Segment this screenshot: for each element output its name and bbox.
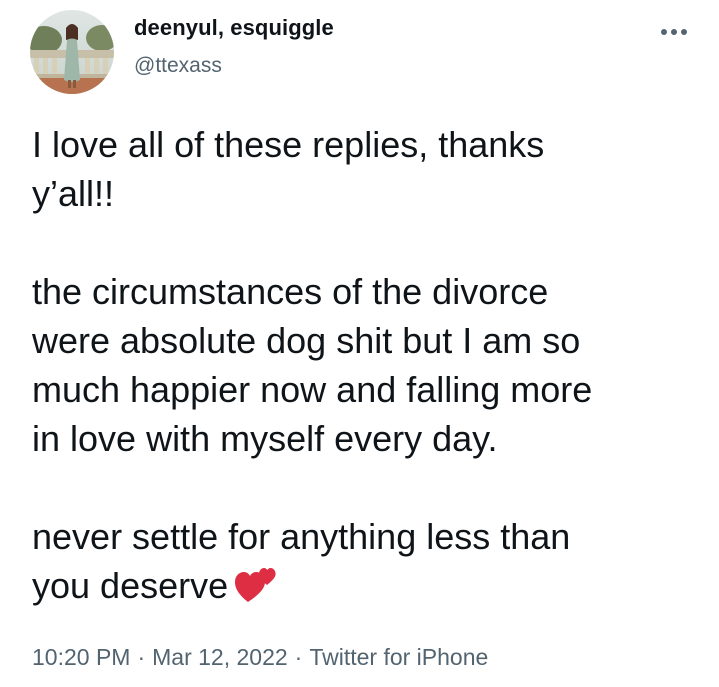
- tweet-line: you deserve: [32, 565, 229, 606]
- avatar[interactable]: [30, 10, 114, 94]
- tweet-line: I love all of these replies, thanks: [32, 124, 545, 165]
- author-handle[interactable]: @ttexass: [134, 54, 222, 78]
- tweet-card: deenyul, esquiggle @ttexass I love all o…: [0, 0, 719, 687]
- tweet-text: I love all of these replies, thanks y’al…: [32, 120, 692, 616]
- tweet-last-line: you deserve: [32, 561, 692, 616]
- tweet-metadata: 10:20 PM · Mar 12, 2022 · Twitter for iPhone: [32, 644, 488, 671]
- tweet-line: y’all!!: [32, 173, 115, 214]
- two-hearts-icon: [234, 566, 276, 616]
- tweet-line: in love with myself every day.: [32, 418, 498, 459]
- tweet-line: were absolute dog shit but I am so: [32, 320, 581, 361]
- avatar-photo: [30, 10, 114, 94]
- tweet-paragraph: the circumstances of the divorce were ab…: [32, 267, 692, 463]
- author-display-name[interactable]: deenyul, esquiggle: [134, 15, 334, 41]
- more-options-button[interactable]: [656, 22, 692, 42]
- more-horizontal-icon: [661, 29, 687, 35]
- tweet-line: never settle for anything less than: [32, 516, 571, 557]
- tweet-date[interactable]: Mar 12, 2022: [152, 644, 288, 670]
- tweet-paragraph: never settle for anything less than you …: [32, 512, 692, 616]
- tweet-line: much happier now and falling more: [32, 369, 593, 410]
- meta-separator: ·: [137, 644, 146, 670]
- tweet-source[interactable]: Twitter for iPhone: [309, 644, 488, 670]
- tweet-time[interactable]: 10:20 PM: [32, 644, 130, 670]
- meta-separator: ·: [294, 644, 303, 670]
- tweet-line: the circumstances of the divorce: [32, 271, 549, 312]
- tweet-paragraph: I love all of these replies, thanks y’al…: [32, 120, 692, 218]
